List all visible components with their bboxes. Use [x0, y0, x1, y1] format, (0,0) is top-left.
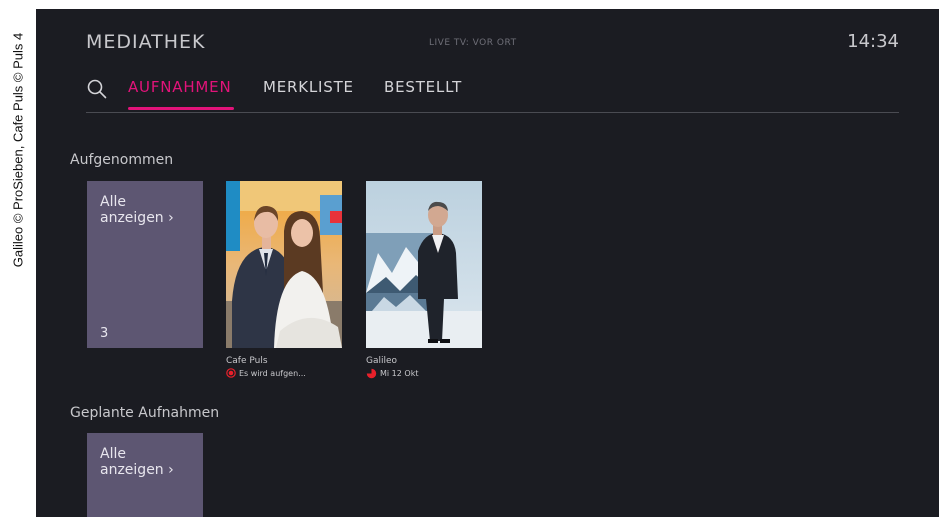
tv-screen: MEDIATHEK LIVE TV: VOR ORT 14:34 AUFNAHM…	[36, 9, 939, 517]
show-all-label: Alle anzeigen ›	[100, 194, 174, 226]
photo-credit: Galileo © ProSieben, Cafe Puls © Puls 4	[10, 32, 26, 268]
show-all-planned-tile[interactable]: Alle anzeigen ›	[87, 433, 203, 517]
tab-bestellt[interactable]: BESTELLT	[384, 78, 462, 96]
page-title: MEDIATHEK	[86, 31, 206, 53]
galileo-thumbnail	[366, 181, 482, 348]
section-heading-recorded: Aufgenommen	[70, 152, 174, 168]
recording-status: Es wird aufgen...	[226, 368, 306, 378]
recording-count: 3	[100, 326, 109, 341]
photo-credit-strip: Galileo © ProSieben, Cafe Puls © Puls 4	[0, 0, 36, 517]
show-all-recorded-tile[interactable]: Alle anzeigen › 3	[87, 181, 203, 348]
recording-status-text: Es wird aufgen...	[239, 368, 306, 378]
tab-merkliste[interactable]: MERKLISTE	[263, 78, 354, 96]
tab-aufnahmen[interactable]: AUFNAHMEN	[128, 78, 231, 96]
section-heading-planned: Geplante Aufnahmen	[70, 405, 220, 421]
recording-title: Galileo	[366, 356, 398, 366]
tab-bar: AUFNAHMEN MERKLISTE BESTELLT	[86, 78, 899, 113]
search-icon[interactable]	[86, 78, 108, 100]
recording-status-text: Mi 12 Okt	[380, 369, 419, 378]
cafe-puls-thumbnail	[226, 181, 342, 348]
live-tv-indicator: LIVE TV: VOR ORT	[429, 38, 517, 48]
recording-status: Mi 12 Okt	[366, 368, 418, 379]
active-tab-indicator	[128, 107, 234, 110]
recording-poster-galileo[interactable]	[366, 181, 482, 348]
recording-poster-cafe-puls[interactable]	[226, 181, 342, 348]
recording-icon	[226, 368, 236, 378]
partial-pie-icon	[366, 368, 377, 379]
clock: 14:34	[847, 31, 899, 52]
show-all-label: Alle anzeigen ›	[100, 446, 174, 478]
recording-title: Cafe Puls	[226, 356, 268, 366]
